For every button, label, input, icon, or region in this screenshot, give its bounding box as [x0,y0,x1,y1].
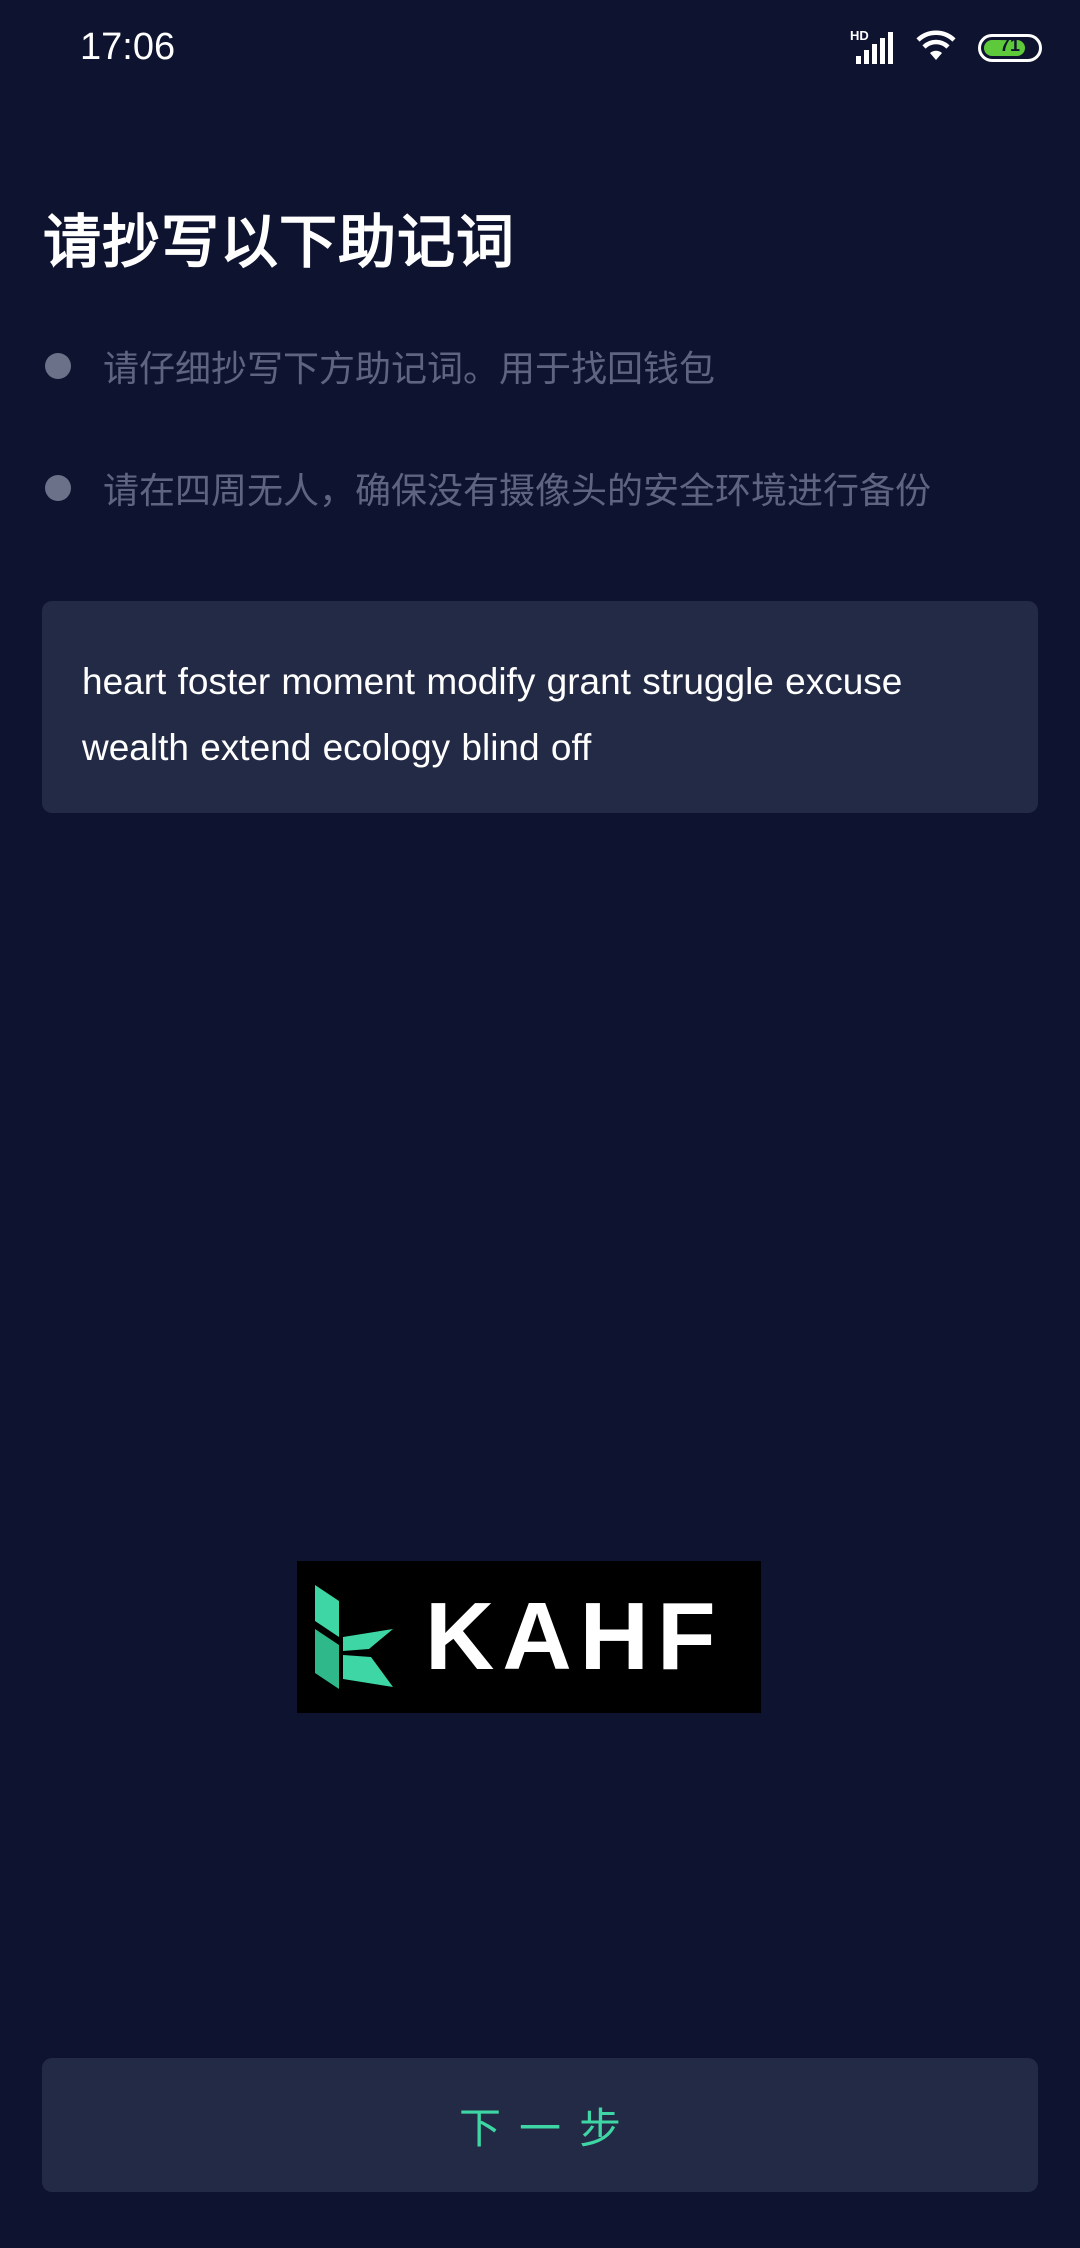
battery-icon: 71 [978,34,1042,62]
page-title: 请抄写以下助记词 [43,208,516,276]
battery-level: 71 [999,35,1021,55]
status-time: 17:06 [80,26,176,68]
tip-item: 请仔细抄写下方助记词。用于找回钱包 [45,340,715,392]
kahf-logo-mark-icon [315,1585,393,1689]
status-icons: HD 71 [850,28,1042,68]
tip-item: 请在四周无人，确保没有摄像头的安全环境进行备份 [45,462,931,514]
wifi-icon [916,30,956,66]
next-step-button[interactable]: 下一步 [42,2058,1038,2192]
bullet-dot-icon [45,353,71,379]
bullet-dot-icon [45,475,71,501]
kahf-logo: KAHF [297,1561,761,1713]
mnemonic-phrase: heart foster moment modify grant struggl… [82,661,903,768]
mnemonic-card: heart foster moment modify grant struggl… [42,601,1038,813]
next-step-label: 下一步 [458,2103,639,2153]
tip-text: 请在四周无人，确保没有摄像头的安全环境进行备份 [103,471,932,512]
status-bar: 17:06 HD 71 [0,0,1080,100]
hd-signal-icon: HD [850,28,894,66]
kahf-logo-text: KAHF [425,1583,724,1690]
tip-text: 请仔细抄写下方助记词。用于找回钱包 [103,349,716,390]
